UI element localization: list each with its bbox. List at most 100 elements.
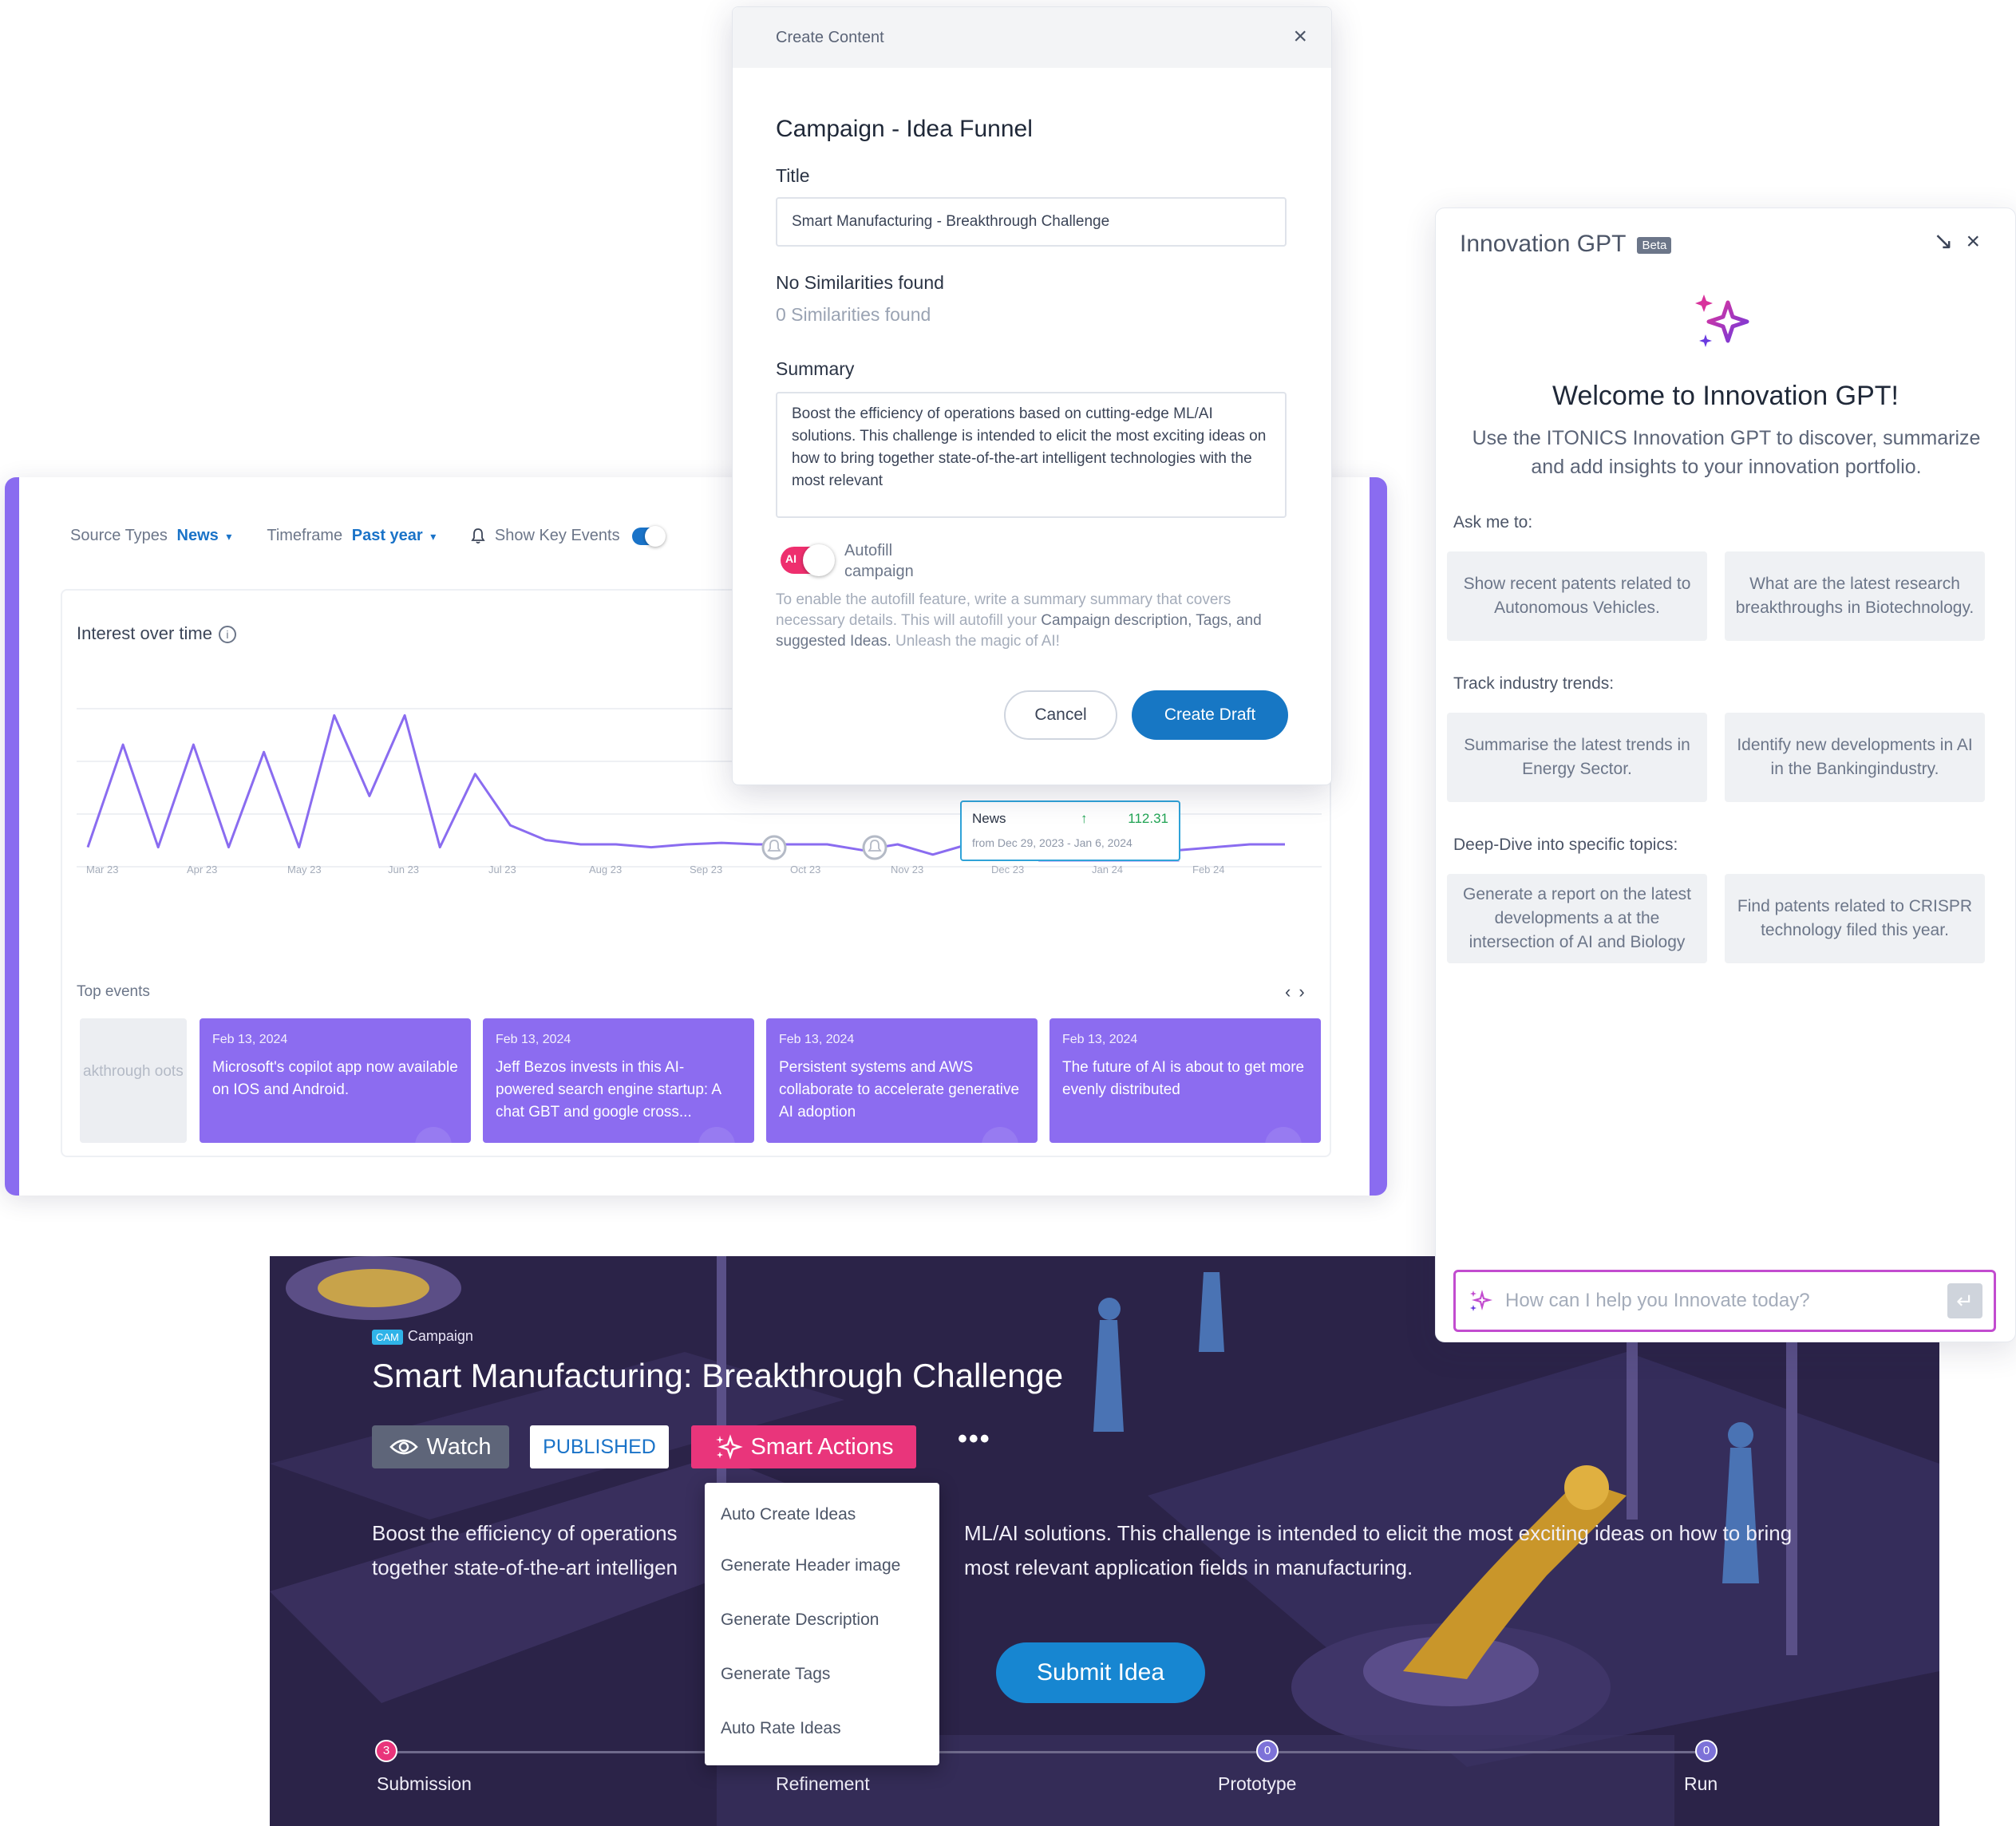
suggestion-chip[interactable]: Show recent patents related to Autonomou… xyxy=(1447,551,1707,641)
stage-dot-prototype[interactable]: 0 xyxy=(1256,1740,1279,1762)
x-tick-label: Mar 23 xyxy=(86,864,118,875)
x-tick-label: Jul 23 xyxy=(488,864,516,875)
event-date: Feb 13, 2024 xyxy=(1062,1033,1138,1046)
suggestion-chip[interactable]: What are the latest research breakthroug… xyxy=(1725,551,1985,641)
sparkle-icon xyxy=(1695,294,1749,347)
event-card[interactable]: Feb 13, 2024 Microsoft's copilot app now… xyxy=(200,1018,471,1143)
modal-header-title: Create Content xyxy=(776,28,884,46)
sparkle-icon xyxy=(1470,1289,1492,1311)
event-text: The future of AI is about to get more ev… xyxy=(1062,1059,1305,1098)
suggestion-chip[interactable]: Summarise the latest trends in Energy Se… xyxy=(1447,713,1707,802)
chevron-down-icon: ▾ xyxy=(430,530,437,543)
create-draft-button[interactable]: Create Draft xyxy=(1132,690,1288,740)
beta-badge: Beta xyxy=(1637,236,1672,254)
source-types-label: Source Types xyxy=(70,527,168,544)
watch-button[interactable]: Watch xyxy=(372,1425,509,1468)
menu-item-generate-header-image[interactable]: Generate Header image xyxy=(705,1539,939,1593)
enter-icon[interactable]: ↵ xyxy=(1947,1283,1982,1318)
key-event-marker xyxy=(761,835,787,860)
campaign-title: Smart Manufacturing: Breakthrough Challe… xyxy=(372,1357,1064,1394)
campaign-type-tag: CAM Campaign xyxy=(372,1328,473,1345)
suggestion-chip[interactable]: Identify new developments in AI in the B… xyxy=(1725,713,1985,802)
event-card-partial[interactable]: akthrough oots xyxy=(80,1018,187,1143)
stage-label-run: Run xyxy=(1684,1773,1718,1794)
tooltip-value: 112.31 xyxy=(1128,811,1168,826)
suggestion-chip[interactable]: Find patents related to CRISPR technolog… xyxy=(1725,874,1985,963)
event-text: Microsoft's copilot app now available on… xyxy=(212,1059,458,1098)
event-ghost-text: akthrough oots xyxy=(83,1063,184,1080)
menu-item-auto-create-ideas[interactable]: Auto Create Ideas xyxy=(705,1491,939,1539)
key-events-toggle[interactable] xyxy=(632,525,666,547)
stage-dot-submission[interactable]: 3 xyxy=(375,1740,397,1762)
stage-label-refinement: Refinement xyxy=(776,1773,870,1794)
key-events-label: Show Key Events xyxy=(494,527,620,544)
x-tick-label: Jan 24 xyxy=(1092,864,1123,875)
smart-actions-menu: Auto Create Ideas Generate Header image … xyxy=(705,1483,939,1765)
suggestion-chip[interactable]: Generate a report on the latest developm… xyxy=(1447,874,1707,963)
events-pager[interactable]: ‹› xyxy=(1285,982,1313,1002)
event-date: Feb 13, 2024 xyxy=(212,1033,288,1046)
stage-label-prototype: Prototype xyxy=(1218,1773,1297,1794)
description-line2-right: most relevant application fields in manu… xyxy=(964,1555,1413,1579)
gpt-prompt-input[interactable]: How can I help you Innovate today? ↵ xyxy=(1453,1270,1996,1332)
deep-dive-section-label: Deep-Dive into specific topics: xyxy=(1453,836,1678,854)
gpt-title-text: Innovation GPT xyxy=(1460,231,1627,257)
gpt-window-controls: ↘× xyxy=(1933,227,1993,255)
autofill-help-tail: Unleash the magic of AI! xyxy=(891,633,1060,650)
collapse-icon[interactable]: ↘ xyxy=(1933,228,1966,255)
event-card[interactable]: Feb 13, 2024 The future of AI is about t… xyxy=(1050,1018,1321,1143)
submit-idea-button[interactable]: Submit Idea xyxy=(996,1642,1205,1703)
stage-dot-run[interactable]: 0 xyxy=(1695,1740,1718,1762)
event-date: Feb 13, 2024 xyxy=(779,1033,855,1046)
ask-section-label: Ask me to: xyxy=(1453,513,1533,532)
x-tick-label: Apr 23 xyxy=(187,864,217,875)
tooltip-range: from Dec 29, 2023 - Jan 6, 2024 xyxy=(972,836,1133,849)
timeframe-filter[interactable]: Timeframe Past year ▾ xyxy=(267,527,436,545)
info-icon[interactable]: i xyxy=(218,626,236,644)
gpt-welcome: Welcome to Innovation GPT! xyxy=(1552,381,1899,411)
ai-icon: AI xyxy=(785,552,797,565)
title-input[interactable]: Smart Manufacturing - Breakthrough Chall… xyxy=(776,197,1287,247)
create-content-modal: Create Content × Campaign - Idea Funnel … xyxy=(732,6,1332,785)
menu-item-generate-description[interactable]: Generate Description xyxy=(705,1593,939,1647)
menu-item-auto-rate-ideas[interactable]: Auto Rate Ideas xyxy=(705,1702,939,1756)
summary-label: Summary xyxy=(776,358,855,379)
more-options-icon[interactable]: ••• xyxy=(958,1424,991,1455)
accent-bar-left xyxy=(5,477,19,1196)
menu-item-generate-tags[interactable]: Generate Tags xyxy=(705,1647,939,1702)
modal-header: Create Content × xyxy=(733,7,1331,68)
event-card[interactable]: Feb 13, 2024 Jeff Bezos invests in this … xyxy=(483,1018,754,1143)
arrow-up-icon: ↑ xyxy=(1081,811,1088,826)
cancel-button[interactable]: Cancel xyxy=(1004,690,1117,740)
x-tick-label: Sep 23 xyxy=(690,864,722,875)
description-line1-right: ML/AI solutions. This challenge is inten… xyxy=(964,1521,1793,1545)
eye-icon xyxy=(389,1439,419,1455)
source-types-filter[interactable]: Source Types News ▾ xyxy=(70,527,231,545)
autofill-toggle[interactable]: AI xyxy=(781,544,835,576)
event-text: Persistent systems and AWS collaborate t… xyxy=(779,1059,1020,1120)
close-icon[interactable]: × xyxy=(1293,23,1307,50)
stage-progress-line xyxy=(386,1751,1703,1753)
smart-actions-label: Smart Actions xyxy=(750,1433,894,1460)
modal-heading: Campaign - Idea Funnel xyxy=(776,116,1033,142)
key-event-marker xyxy=(862,835,887,860)
top-events-label: Top events xyxy=(77,983,150,1000)
event-date: Feb 13, 2024 xyxy=(496,1033,571,1046)
description-line2-left: together state-of-the-art intelligen xyxy=(372,1555,678,1579)
summary-textarea[interactable]: Boost the efficiency of operations based… xyxy=(776,392,1287,518)
event-card[interactable]: Feb 13, 2024 Persistent systems and AWS … xyxy=(766,1018,1038,1143)
autofill-label: Autofill campaign xyxy=(844,542,914,580)
similarities-count: 0 Similarities found xyxy=(776,304,931,325)
gpt-input-placeholder: How can I help you Innovate today? xyxy=(1505,1290,1810,1311)
x-tick-label: Dec 23 xyxy=(991,864,1024,875)
campaign-type-label: Campaign xyxy=(407,1328,473,1344)
smart-actions-button[interactable]: Smart Actions xyxy=(691,1425,916,1468)
similarities-heading: No Similarities found xyxy=(776,272,944,293)
gpt-intro: Use the ITONICS Innovation GPT to discov… xyxy=(1472,427,1981,478)
watch-label: Watch xyxy=(426,1433,492,1460)
close-icon[interactable]: × xyxy=(1966,228,1993,255)
innovation-gpt-panel: Innovation GPT Beta ↘× Welcome to Innovat… xyxy=(1435,208,2016,1342)
event-text: Jeff Bezos invests in this AI-powered se… xyxy=(496,1059,721,1120)
timeframe-value: Past year xyxy=(351,527,423,544)
title-label: Title xyxy=(776,165,810,186)
